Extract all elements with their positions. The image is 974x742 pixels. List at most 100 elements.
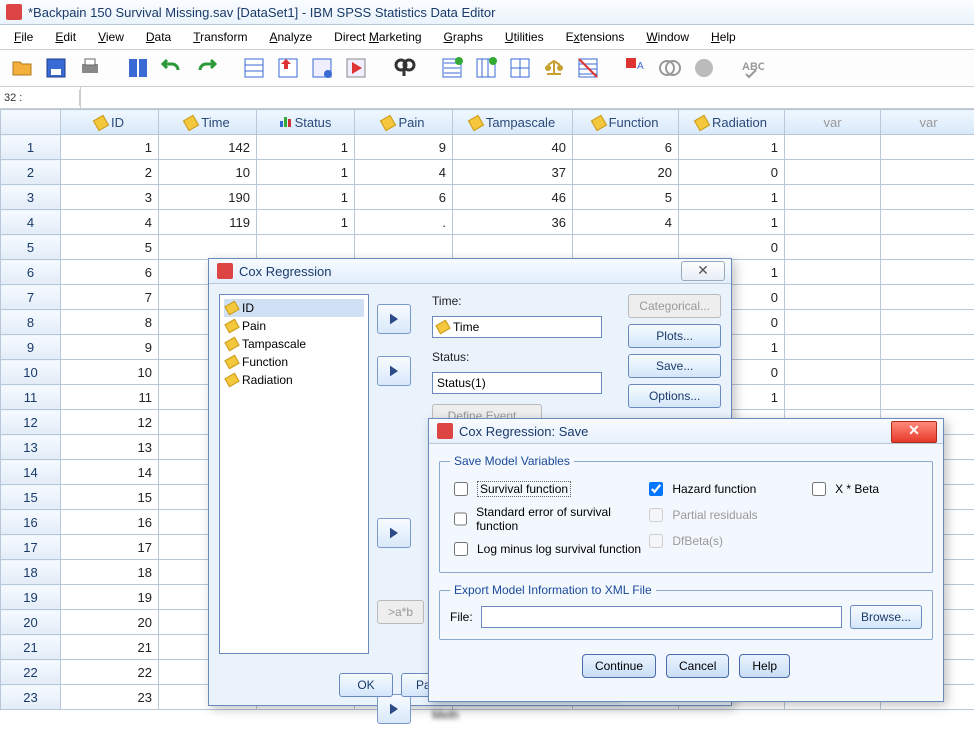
row-header[interactable]: 13 xyxy=(1,435,61,460)
data-cell[interactable]: 17 xyxy=(61,535,159,560)
data-cell[interactable]: 1 xyxy=(61,135,159,160)
browse-button[interactable]: Browse... xyxy=(850,605,922,629)
column-header-pain[interactable]: Pain xyxy=(355,110,453,135)
menu-graphs[interactable]: Graphs xyxy=(434,27,493,47)
row-header[interactable]: 8 xyxy=(1,310,61,335)
menu-transform[interactable]: Transform xyxy=(183,27,257,47)
move-to-status-button[interactable] xyxy=(377,356,411,386)
row-header[interactable]: 11 xyxy=(1,385,61,410)
data-cell[interactable] xyxy=(355,235,453,260)
row-header[interactable]: 3 xyxy=(1,185,61,210)
data-cell[interactable]: 12 xyxy=(61,410,159,435)
data-cell[interactable]: . xyxy=(355,210,453,235)
data-cell[interactable] xyxy=(881,235,974,260)
column-header-empty[interactable]: var xyxy=(785,110,881,135)
plots-button[interactable]: Plots... xyxy=(628,324,721,348)
data-cell[interactable] xyxy=(785,260,881,285)
row-header[interactable]: 16 xyxy=(1,510,61,535)
data-cell[interactable] xyxy=(881,210,974,235)
select-cases-icon[interactable] xyxy=(574,54,602,82)
data-cell[interactable] xyxy=(785,210,881,235)
column-header-time[interactable]: Time xyxy=(159,110,257,135)
row-header[interactable]: 12 xyxy=(1,410,61,435)
open-icon[interactable] xyxy=(8,54,36,82)
menu-direct-marketing[interactable]: Direct Marketing xyxy=(324,27,431,47)
data-cell[interactable]: 15 xyxy=(61,485,159,510)
x-beta-checkbox[interactable]: X * Beta xyxy=(808,476,922,502)
data-cell[interactable] xyxy=(785,235,881,260)
data-cell[interactable] xyxy=(881,135,974,160)
row-header[interactable]: 22 xyxy=(1,660,61,685)
data-cell[interactable]: 4 xyxy=(355,160,453,185)
row-header[interactable]: 9 xyxy=(1,335,61,360)
split-file-icon[interactable] xyxy=(506,54,534,82)
data-cell[interactable] xyxy=(881,185,974,210)
spellcheck-icon[interactable]: ABC xyxy=(738,54,766,82)
hazard-function-checkbox[interactable]: Hazard function xyxy=(645,476,808,502)
data-cell[interactable]: 4 xyxy=(61,210,159,235)
move-to-time-button[interactable] xyxy=(377,304,411,334)
data-cell[interactable]: 6 xyxy=(573,135,679,160)
options-button[interactable]: Options... xyxy=(628,384,721,408)
data-cell[interactable]: 14 xyxy=(61,460,159,485)
data-cell[interactable]: 1 xyxy=(257,210,355,235)
run-icon[interactable] xyxy=(342,54,370,82)
row-header[interactable]: 6 xyxy=(1,260,61,285)
column-header-function[interactable]: Function xyxy=(573,110,679,135)
print-icon[interactable] xyxy=(76,54,104,82)
data-cell[interactable]: 2 xyxy=(61,160,159,185)
data-cell[interactable] xyxy=(785,310,881,335)
data-cell[interactable]: 9 xyxy=(61,335,159,360)
row-header[interactable]: 19 xyxy=(1,585,61,610)
row-header[interactable]: 23 xyxy=(1,685,61,710)
row-header[interactable]: 10 xyxy=(1,360,61,385)
data-cell[interactable]: 190 xyxy=(159,185,257,210)
cox-dialog-title[interactable]: Cox Regression ✕ xyxy=(209,259,731,284)
data-cell[interactable]: 40 xyxy=(453,135,573,160)
data-cell[interactable]: 3 xyxy=(61,185,159,210)
interaction-button[interactable]: >a*b xyxy=(377,600,424,624)
data-cell[interactable]: 16 xyxy=(61,510,159,535)
data-cell[interactable] xyxy=(881,335,974,360)
row-header[interactable]: 7 xyxy=(1,285,61,310)
value-labels-icon[interactable]: A xyxy=(622,54,650,82)
row-header[interactable]: 21 xyxy=(1,635,61,660)
data-cell[interactable]: 23 xyxy=(61,685,159,710)
close-button[interactable]: ✕ xyxy=(681,261,725,281)
cox-save-title[interactable]: Cox Regression: Save ✕ xyxy=(429,419,943,444)
variable-item-tampascale[interactable]: Tampascale xyxy=(224,335,364,353)
data-cell[interactable]: 11 xyxy=(61,385,159,410)
row-header[interactable]: 17 xyxy=(1,535,61,560)
data-cell[interactable]: 37 xyxy=(453,160,573,185)
data-cell[interactable] xyxy=(881,160,974,185)
data-cell[interactable]: 5 xyxy=(573,185,679,210)
data-cell[interactable]: 8 xyxy=(61,310,159,335)
data-cell[interactable]: 6 xyxy=(355,185,453,210)
data-cell[interactable] xyxy=(159,235,257,260)
data-cell[interactable]: 1 xyxy=(257,185,355,210)
variable-item-function[interactable]: Function xyxy=(224,353,364,371)
insert-case-icon[interactable] xyxy=(438,54,466,82)
save-icon[interactable] xyxy=(42,54,70,82)
goto-case-icon[interactable] xyxy=(240,54,268,82)
ok-button[interactable]: OK xyxy=(339,673,393,697)
menu-help[interactable]: Help xyxy=(701,27,746,47)
column-header-radiation[interactable]: Radiation xyxy=(679,110,785,135)
row-header[interactable]: 18 xyxy=(1,560,61,585)
menu-view[interactable]: View xyxy=(88,27,134,47)
variables-icon[interactable] xyxy=(308,54,336,82)
data-cell[interactable]: 1 xyxy=(679,135,785,160)
row-header[interactable]: 15 xyxy=(1,485,61,510)
data-cell[interactable]: 19 xyxy=(61,585,159,610)
data-cell[interactable]: 142 xyxy=(159,135,257,160)
help-button[interactable]: Help xyxy=(739,654,790,678)
data-cell[interactable]: 46 xyxy=(453,185,573,210)
data-cell[interactable] xyxy=(785,360,881,385)
data-cell[interactable]: 13 xyxy=(61,435,159,460)
column-header-status[interactable]: Status xyxy=(257,110,355,135)
data-cell[interactable]: 20 xyxy=(573,160,679,185)
close-button[interactable]: ✕ xyxy=(891,421,937,443)
column-header-empty[interactable]: var xyxy=(881,110,974,135)
data-cell[interactable]: 1 xyxy=(679,210,785,235)
data-cell[interactable] xyxy=(573,235,679,260)
